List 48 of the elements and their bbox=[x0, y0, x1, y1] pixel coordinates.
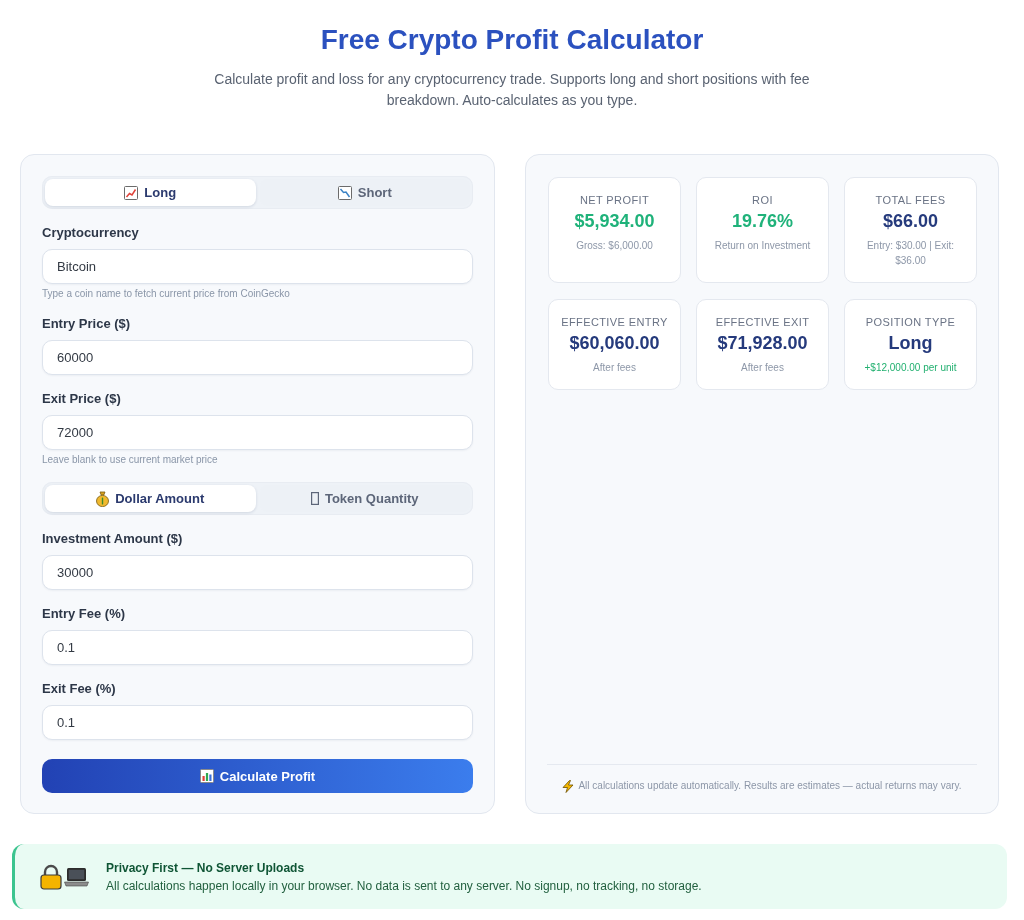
money-bag-icon bbox=[96, 490, 110, 507]
result-value: $5,934.00 bbox=[574, 210, 655, 232]
field-label: Entry Fee (%) bbox=[42, 606, 126, 622]
result-value: $71,928.00 bbox=[717, 332, 808, 354]
page-subtitle: Calculate profit and loss for any cryptocurrency trade. Supports long and short positions with fee breakdown. Auto-calculates as you type. bbox=[213, 70, 811, 110]
result-value: 19.76% bbox=[731, 210, 794, 232]
field-label: Exit Fee (%) bbox=[42, 681, 116, 697]
tab[interactable]: Dollar Amount bbox=[45, 485, 256, 512]
chart-down-icon bbox=[337, 185, 352, 200]
disclaimer-text: All calculations update automatically. Results are estimates — actual returns may vary. bbox=[578, 779, 962, 793]
result-label: ROI bbox=[752, 193, 773, 207]
empty-box-icon bbox=[310, 492, 319, 505]
privacy-title: Privacy First — No Server Uploads bbox=[106, 859, 305, 877]
bar-chart-icon bbox=[199, 769, 214, 783]
result-label: EFFECTIVE ENTRY bbox=[561, 315, 668, 329]
calculate-button[interactable]: Calculate Profit bbox=[42, 759, 473, 793]
input-field[interactable]: 30000 bbox=[42, 555, 473, 590]
chart-up-icon bbox=[124, 185, 139, 200]
result-value: $60,060.00 bbox=[569, 332, 660, 354]
privacy-text: All calculations happen locally in your browser. No data is sent to any server. No signup, no tracking, no storage. bbox=[106, 877, 702, 895]
page-title: Free Crypto Profit Calculator bbox=[319, 23, 705, 57]
lightning-icon bbox=[562, 779, 575, 793]
result-label: POSITION TYPE bbox=[865, 315, 956, 329]
lock-icon bbox=[40, 863, 62, 890]
laptop-icon bbox=[64, 866, 89, 887]
field-hint: Leave blank to use current market price bbox=[42, 454, 218, 466]
result-value: $66.00 bbox=[882, 210, 939, 232]
field-label: Exit Price ($) bbox=[42, 391, 121, 407]
result-note: Gross: $6,000.00 bbox=[576, 239, 653, 253]
field-label: Investment Amount ($) bbox=[42, 531, 183, 547]
input-field[interactable]: 0.1 bbox=[42, 630, 473, 665]
result-note: +$12,000.00 per unit bbox=[864, 361, 957, 375]
result-label: EFFECTIVE EXIT bbox=[715, 315, 810, 329]
result-note: Return on Investment bbox=[714, 239, 811, 253]
result-value: Long bbox=[888, 332, 933, 354]
input-field[interactable]: 72000 bbox=[42, 415, 473, 450]
tab[interactable]: Long bbox=[45, 179, 256, 206]
result-label: NET PROFIT bbox=[579, 193, 650, 207]
field-label: Entry Price ($) bbox=[42, 316, 131, 332]
field-hint: Type a coin name to fetch current price from CoinGecko bbox=[42, 288, 290, 300]
input-field[interactable]: 0.1 bbox=[42, 705, 473, 740]
input-field[interactable]: 60000 bbox=[42, 340, 473, 375]
result-note: After fees bbox=[593, 361, 636, 375]
result-note: Entry: $30.00 | Exit: $36.00 bbox=[865, 239, 956, 268]
result-label: TOTAL FEES bbox=[875, 193, 946, 207]
input-field[interactable]: Bitcoin bbox=[42, 249, 473, 284]
result-note: After fees bbox=[741, 361, 784, 375]
field-label: Cryptocurrency bbox=[42, 225, 139, 241]
